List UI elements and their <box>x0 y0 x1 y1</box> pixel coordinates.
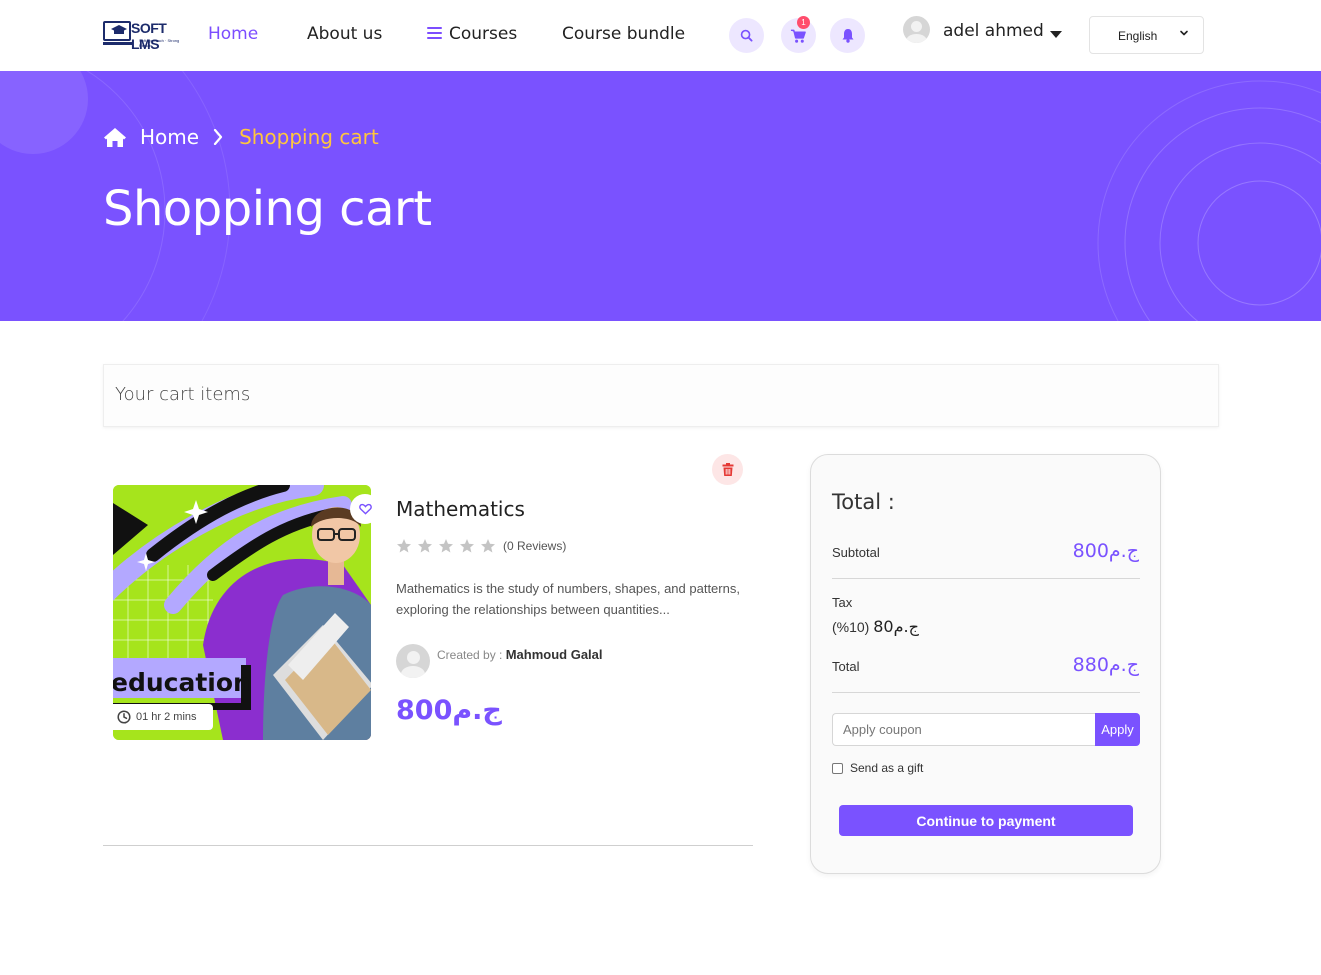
send-as-gift-label[interactable]: Send as a gift <box>850 761 923 775</box>
language-value: English <box>1118 29 1158 43</box>
total-label: Total <box>832 659 860 674</box>
tax-line: (%10) 80ج.م <box>832 617 919 636</box>
cart-items-header: Your cart items <box>103 364 1219 427</box>
star-icon <box>397 539 411 553</box>
search-icon <box>740 29 753 42</box>
course-price: 800ج.م <box>396 695 502 726</box>
page-title: Shopping cart <box>103 181 432 237</box>
user-avatar[interactable] <box>903 16 930 43</box>
send-as-gift-row: Send as a gift <box>832 761 923 775</box>
nav-about-us[interactable]: About us <box>307 24 382 44</box>
trash-icon <box>722 463 733 476</box>
summary-title: Total : <box>832 490 895 514</box>
menu-icon <box>427 27 442 39</box>
subtotal-value: 800ج.م <box>1072 540 1139 562</box>
chevron-right-icon <box>213 129 223 145</box>
send-as-gift-checkbox[interactable] <box>832 762 843 774</box>
cart-icon <box>790 29 806 43</box>
top-navbar: SOFT LMS Soft approach · Strong Results … <box>0 0 1321 71</box>
cart-button[interactable]: 1 <box>781 16 816 53</box>
bell-icon <box>842 29 853 43</box>
home-icon[interactable] <box>103 127 127 148</box>
star-icon <box>481 539 495 553</box>
star-icon <box>460 539 474 553</box>
cart-count-badge: 1 <box>797 16 810 29</box>
heart-icon <box>358 503 372 515</box>
tax-rate: (%10) <box>832 619 870 635</box>
nav-home[interactable]: Home <box>208 24 258 44</box>
clock-icon <box>117 710 131 724</box>
logo-tagline: Soft approach · Strong Results <box>139 38 180 48</box>
apply-coupon-button[interactable]: Apply <box>1095 713 1140 746</box>
duration-text: 01 hr 2 mins <box>136 711 197 723</box>
course-thumbnail-image: education <box>113 485 371 740</box>
chevron-down-icon <box>1180 30 1188 36</box>
summary-divider <box>832 692 1140 693</box>
breadcrumb: Home Shopping cart <box>103 125 379 149</box>
total-value: 880ج.م <box>1072 654 1139 676</box>
author-line: Created by : Mahmoud Galal <box>437 647 603 662</box>
star-icon <box>418 539 432 553</box>
divider <box>103 845 753 846</box>
star-icon <box>439 539 453 553</box>
remove-item-button[interactable] <box>712 454 743 485</box>
nav-courses-label: Courses <box>449 24 518 44</box>
breadcrumb-current: Shopping cart <box>239 125 379 149</box>
language-select[interactable]: English <box>1089 16 1204 54</box>
caret-down-icon[interactable] <box>1050 31 1062 38</box>
site-logo[interactable]: SOFT LMS Soft approach · Strong Results <box>103 18 189 52</box>
subtotal-label: Subtotal <box>832 545 880 560</box>
page-banner: Home Shopping cart Shopping cart <box>0 71 1321 321</box>
coupon-input[interactable] <box>832 713 1096 746</box>
created-by-label: Created by : <box>437 648 503 662</box>
reviews-count: (0 Reviews) <box>503 539 567 553</box>
wishlist-button[interactable] <box>350 494 380 524</box>
author-name[interactable]: Mahmoud Galal <box>506 647 603 662</box>
tax-amount: 80ج.م <box>873 617 919 636</box>
coupon-form: Apply <box>832 713 1140 746</box>
course-description: Mathematics is the study of numbers, sha… <box>396 581 740 617</box>
nav-course-bundle[interactable]: Course bundle <box>562 24 685 44</box>
user-name[interactable]: adel ahmed <box>943 21 1044 41</box>
breadcrumb-home[interactable]: Home <box>140 125 199 149</box>
continue-to-payment-button[interactable]: Continue to payment <box>839 805 1133 836</box>
course-thumbnail[interactable]: education <box>113 485 371 740</box>
rating-stars: (0 Reviews) <box>396 538 566 554</box>
duration-badge: 01 hr 2 mins <box>109 704 213 730</box>
tax-label: Tax <box>832 595 853 610</box>
search-button[interactable] <box>729 18 764 53</box>
order-summary-card: Total : Subtotal 800ج.م Tax (%10) 80ج.م … <box>810 454 1161 874</box>
thumbnail-text: education <box>113 668 251 697</box>
course-title[interactable]: Mathematics <box>396 497 525 521</box>
author-avatar <box>396 644 430 678</box>
nav-courses[interactable]: Courses <box>427 24 517 44</box>
cart-items-title: Your cart items <box>115 384 251 405</box>
notifications-button[interactable] <box>830 18 865 53</box>
summary-divider <box>832 578 1140 579</box>
